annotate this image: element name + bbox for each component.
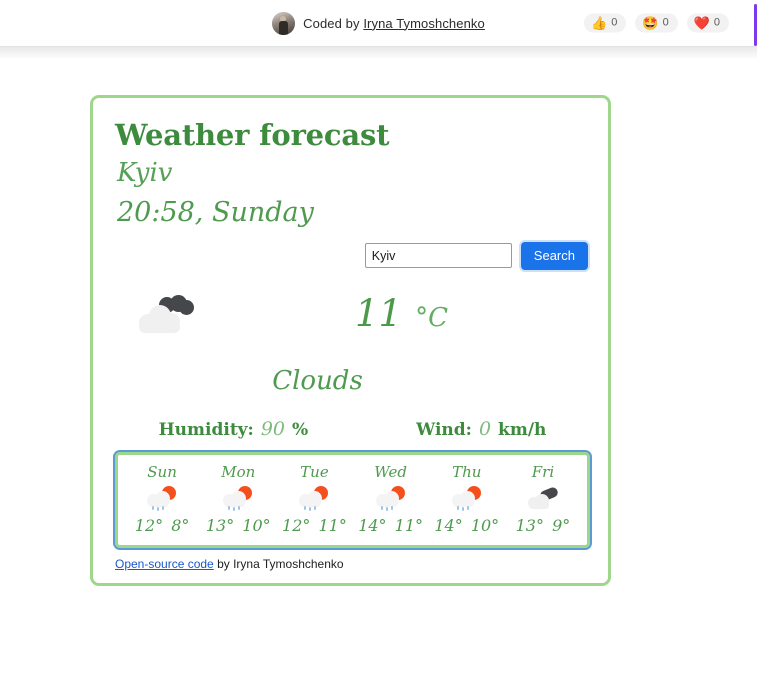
forecast-icon-wrap (429, 484, 505, 514)
reactions-group: 👍 0 🤩 0 ❤️ 0 (584, 13, 729, 33)
weather-description: Clouds (272, 365, 363, 396)
rain-sun-icon (375, 486, 406, 512)
top-bar: Coded by Iryna Tymoshchenko 👍 0 🤩 0 ❤️ 0 (0, 0, 757, 47)
reaction-count: 0 (713, 16, 720, 29)
forecast-high: 14° (358, 516, 387, 535)
star-struck-icon: 🤩 (642, 15, 659, 31)
clouds-icon-light (137, 304, 181, 333)
temperature-unit: °C (415, 303, 448, 333)
current-conditions: 11 °C (115, 278, 590, 350)
humidity-value: 90 (260, 417, 286, 440)
wind-unit: km/h (498, 419, 547, 440)
forecast-temps: 14° 10° (429, 516, 505, 535)
forecast-icon-wrap (505, 484, 581, 514)
forecast-temps: 13° 9° (505, 516, 581, 535)
avatar (272, 11, 296, 35)
forecast-low: 10° (242, 516, 271, 535)
current-temperature: 11 (355, 292, 403, 335)
reaction-thumbs-up[interactable]: 👍 0 (584, 13, 627, 33)
forecast-low: 11° (394, 516, 423, 535)
forecast-high: 12° (282, 516, 311, 535)
current-icon-wrap (115, 293, 355, 335)
forecast-day-name: Tue (300, 462, 329, 481)
rain-sun-icon (299, 486, 329, 512)
forecast-day-name: Sun (147, 462, 177, 481)
rain-sun-icon (451, 486, 482, 512)
coded-by-text: Coded by Iryna Tymoshchenko (303, 16, 485, 31)
open-source-link[interactable]: Open-source code (115, 557, 214, 571)
page-stage: Weather forecast Kyiv 20:58, Sunday Sear… (0, 58, 757, 586)
forecast-day: Wed 14° 11° (353, 462, 429, 535)
coded-by-block: Coded by Iryna Tymoshchenko (272, 11, 485, 35)
thumbs-up-icon: 👍 (591, 15, 608, 31)
forecast-day: Thu 14° 10° (429, 462, 505, 535)
author-link[interactable]: Iryna Tymoshchenko (363, 16, 485, 31)
rain-sun-icon (223, 486, 253, 512)
weather-card: Weather forecast Kyiv 20:58, Sunday Sear… (90, 95, 611, 586)
forecast-strip: Sun 12° 8° Mon 13° 10° Tue 12° 11° Wed 1… (113, 449, 592, 550)
forecast-icon-wrap (353, 484, 429, 514)
forecast-temps: 14° 11° (353, 516, 429, 535)
forecast-low: 8° (171, 516, 190, 535)
reaction-count: 0 (611, 16, 618, 29)
reaction-heart[interactable]: ❤️ 0 (686, 13, 729, 33)
forecast-icon-wrap (276, 484, 352, 514)
search-button[interactable]: Search (520, 241, 588, 270)
humidity-label: Humidity: (158, 419, 254, 440)
wind-label: Wind: (416, 419, 472, 440)
humidity-metric: Humidity: 90 % (159, 418, 309, 440)
city-name: Kyiv (117, 158, 173, 189)
footer: Open-source code by Iryna Tymoshchenko (115, 557, 590, 571)
header-shadow-band (0, 47, 757, 58)
heart-icon: ❤️ (693, 15, 710, 31)
forecast-temps: 13° 10° (200, 516, 276, 535)
search-input[interactable] (364, 243, 512, 268)
forecast-temps: 12° 11° (276, 516, 352, 535)
forecast-low: 9° (552, 516, 571, 535)
forecast-low: 11° (318, 516, 347, 535)
wind-value: 0 (478, 417, 492, 440)
avatar-figure (279, 20, 289, 35)
forecast-high: 14° (434, 516, 463, 535)
date-time: 20:58, Sunday (117, 196, 314, 228)
forecast-day: Tue 12° 11° (276, 462, 352, 535)
wind-metric: Wind: 0 km/h (416, 418, 546, 440)
humidity-unit: % (292, 419, 309, 440)
forecast-day-name: Thu (452, 462, 482, 481)
reaction-star-struck[interactable]: 🤩 0 (635, 13, 678, 33)
forecast-high: 13° (205, 516, 235, 535)
forecast-day: Mon 13° 10° (200, 462, 276, 535)
forecast-high: 12° (134, 516, 164, 535)
footer-suffix: by Iryna Tymoshchenko (213, 557, 344, 571)
forecast-icon-wrap (124, 484, 200, 514)
page-title: Weather forecast (115, 118, 390, 152)
current-temperature-block: 11 °C (355, 292, 448, 335)
clouds-icon (527, 485, 560, 511)
forecast-day: Fri 13° 9° (505, 462, 581, 535)
forecast-low: 10° (470, 516, 500, 535)
forecast-day-name: Mon (221, 462, 256, 481)
forecast-day: Sun 12° 8° (124, 462, 200, 535)
forecast-day-name: Fri (531, 462, 555, 481)
search-form: Search (115, 241, 590, 270)
reaction-count: 0 (662, 16, 669, 29)
rain-sun-icon (147, 486, 177, 512)
clouds-icon (137, 293, 197, 335)
forecast-icon-wrap (200, 484, 276, 514)
forecast-high: 13° (515, 516, 544, 535)
coded-by-prefix: Coded by (303, 15, 364, 31)
forecast-day-name: Wed (374, 462, 407, 481)
forecast-temps: 12° 8° (124, 516, 200, 535)
metrics-row: Humidity: 90 % Wind: 0 km/h (115, 418, 590, 450)
